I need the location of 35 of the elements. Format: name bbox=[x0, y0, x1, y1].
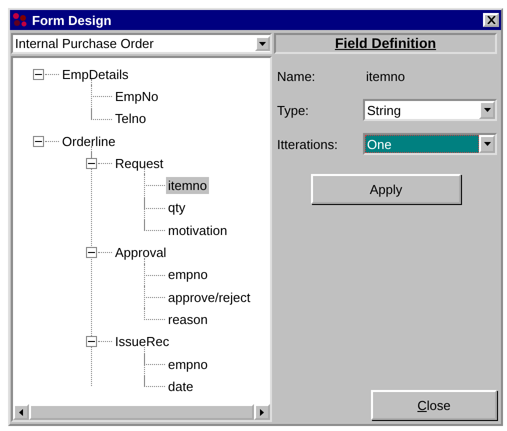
tree-item[interactable]: Approval bbox=[113, 244, 168, 262]
form-dropdown[interactable]: Internal Purchase Order bbox=[11, 33, 272, 54]
close-icon[interactable] bbox=[483, 13, 499, 27]
tree-item[interactable]: Telno bbox=[113, 110, 148, 128]
collapse-icon[interactable] bbox=[86, 247, 97, 258]
tree-item[interactable]: date bbox=[166, 378, 196, 395]
scroll-left-icon[interactable] bbox=[13, 404, 29, 420]
tree-item[interactable]: EmpDetails bbox=[60, 66, 130, 83]
dropdown-field[interactable]: One bbox=[363, 133, 497, 155]
tree-item[interactable]: Orderline bbox=[60, 132, 118, 150]
tree-item[interactable]: approve/reject bbox=[166, 288, 252, 306]
tree-item[interactable]: IssueRec bbox=[113, 333, 172, 350]
tree-item[interactable]: Request bbox=[113, 154, 166, 172]
apply-button[interactable]: Apply bbox=[311, 174, 461, 204]
close-button[interactable]: Close bbox=[371, 390, 497, 420]
window-title: Form Design bbox=[32, 12, 112, 28]
app-icon bbox=[12, 12, 28, 28]
collapse-icon[interactable] bbox=[33, 136, 44, 147]
tree-item[interactable]: EmpNo bbox=[113, 88, 160, 105]
tree-item[interactable]: empno bbox=[166, 356, 210, 372]
field-value: itemno bbox=[366, 68, 406, 84]
dropdown-field[interactable]: String bbox=[363, 99, 497, 121]
tree-item[interactable]: qty bbox=[166, 199, 188, 216]
field-label: Name: bbox=[277, 68, 316, 84]
tree-item[interactable]: reason bbox=[166, 310, 210, 328]
tree-item[interactable]: motivation bbox=[166, 222, 230, 239]
panel-heading: Field Definition bbox=[274, 33, 497, 54]
scroll-right-icon[interactable] bbox=[254, 404, 270, 420]
field-label: Itterations: bbox=[277, 136, 339, 152]
collapse-icon[interactable] bbox=[86, 336, 97, 348]
collapse-icon[interactable] bbox=[86, 158, 97, 169]
field-label: Type: bbox=[277, 102, 310, 118]
tree-item[interactable]: empno bbox=[166, 266, 210, 284]
collapse-icon[interactable] bbox=[33, 68, 44, 80]
tree-item[interactable]: itemno bbox=[166, 177, 210, 194]
